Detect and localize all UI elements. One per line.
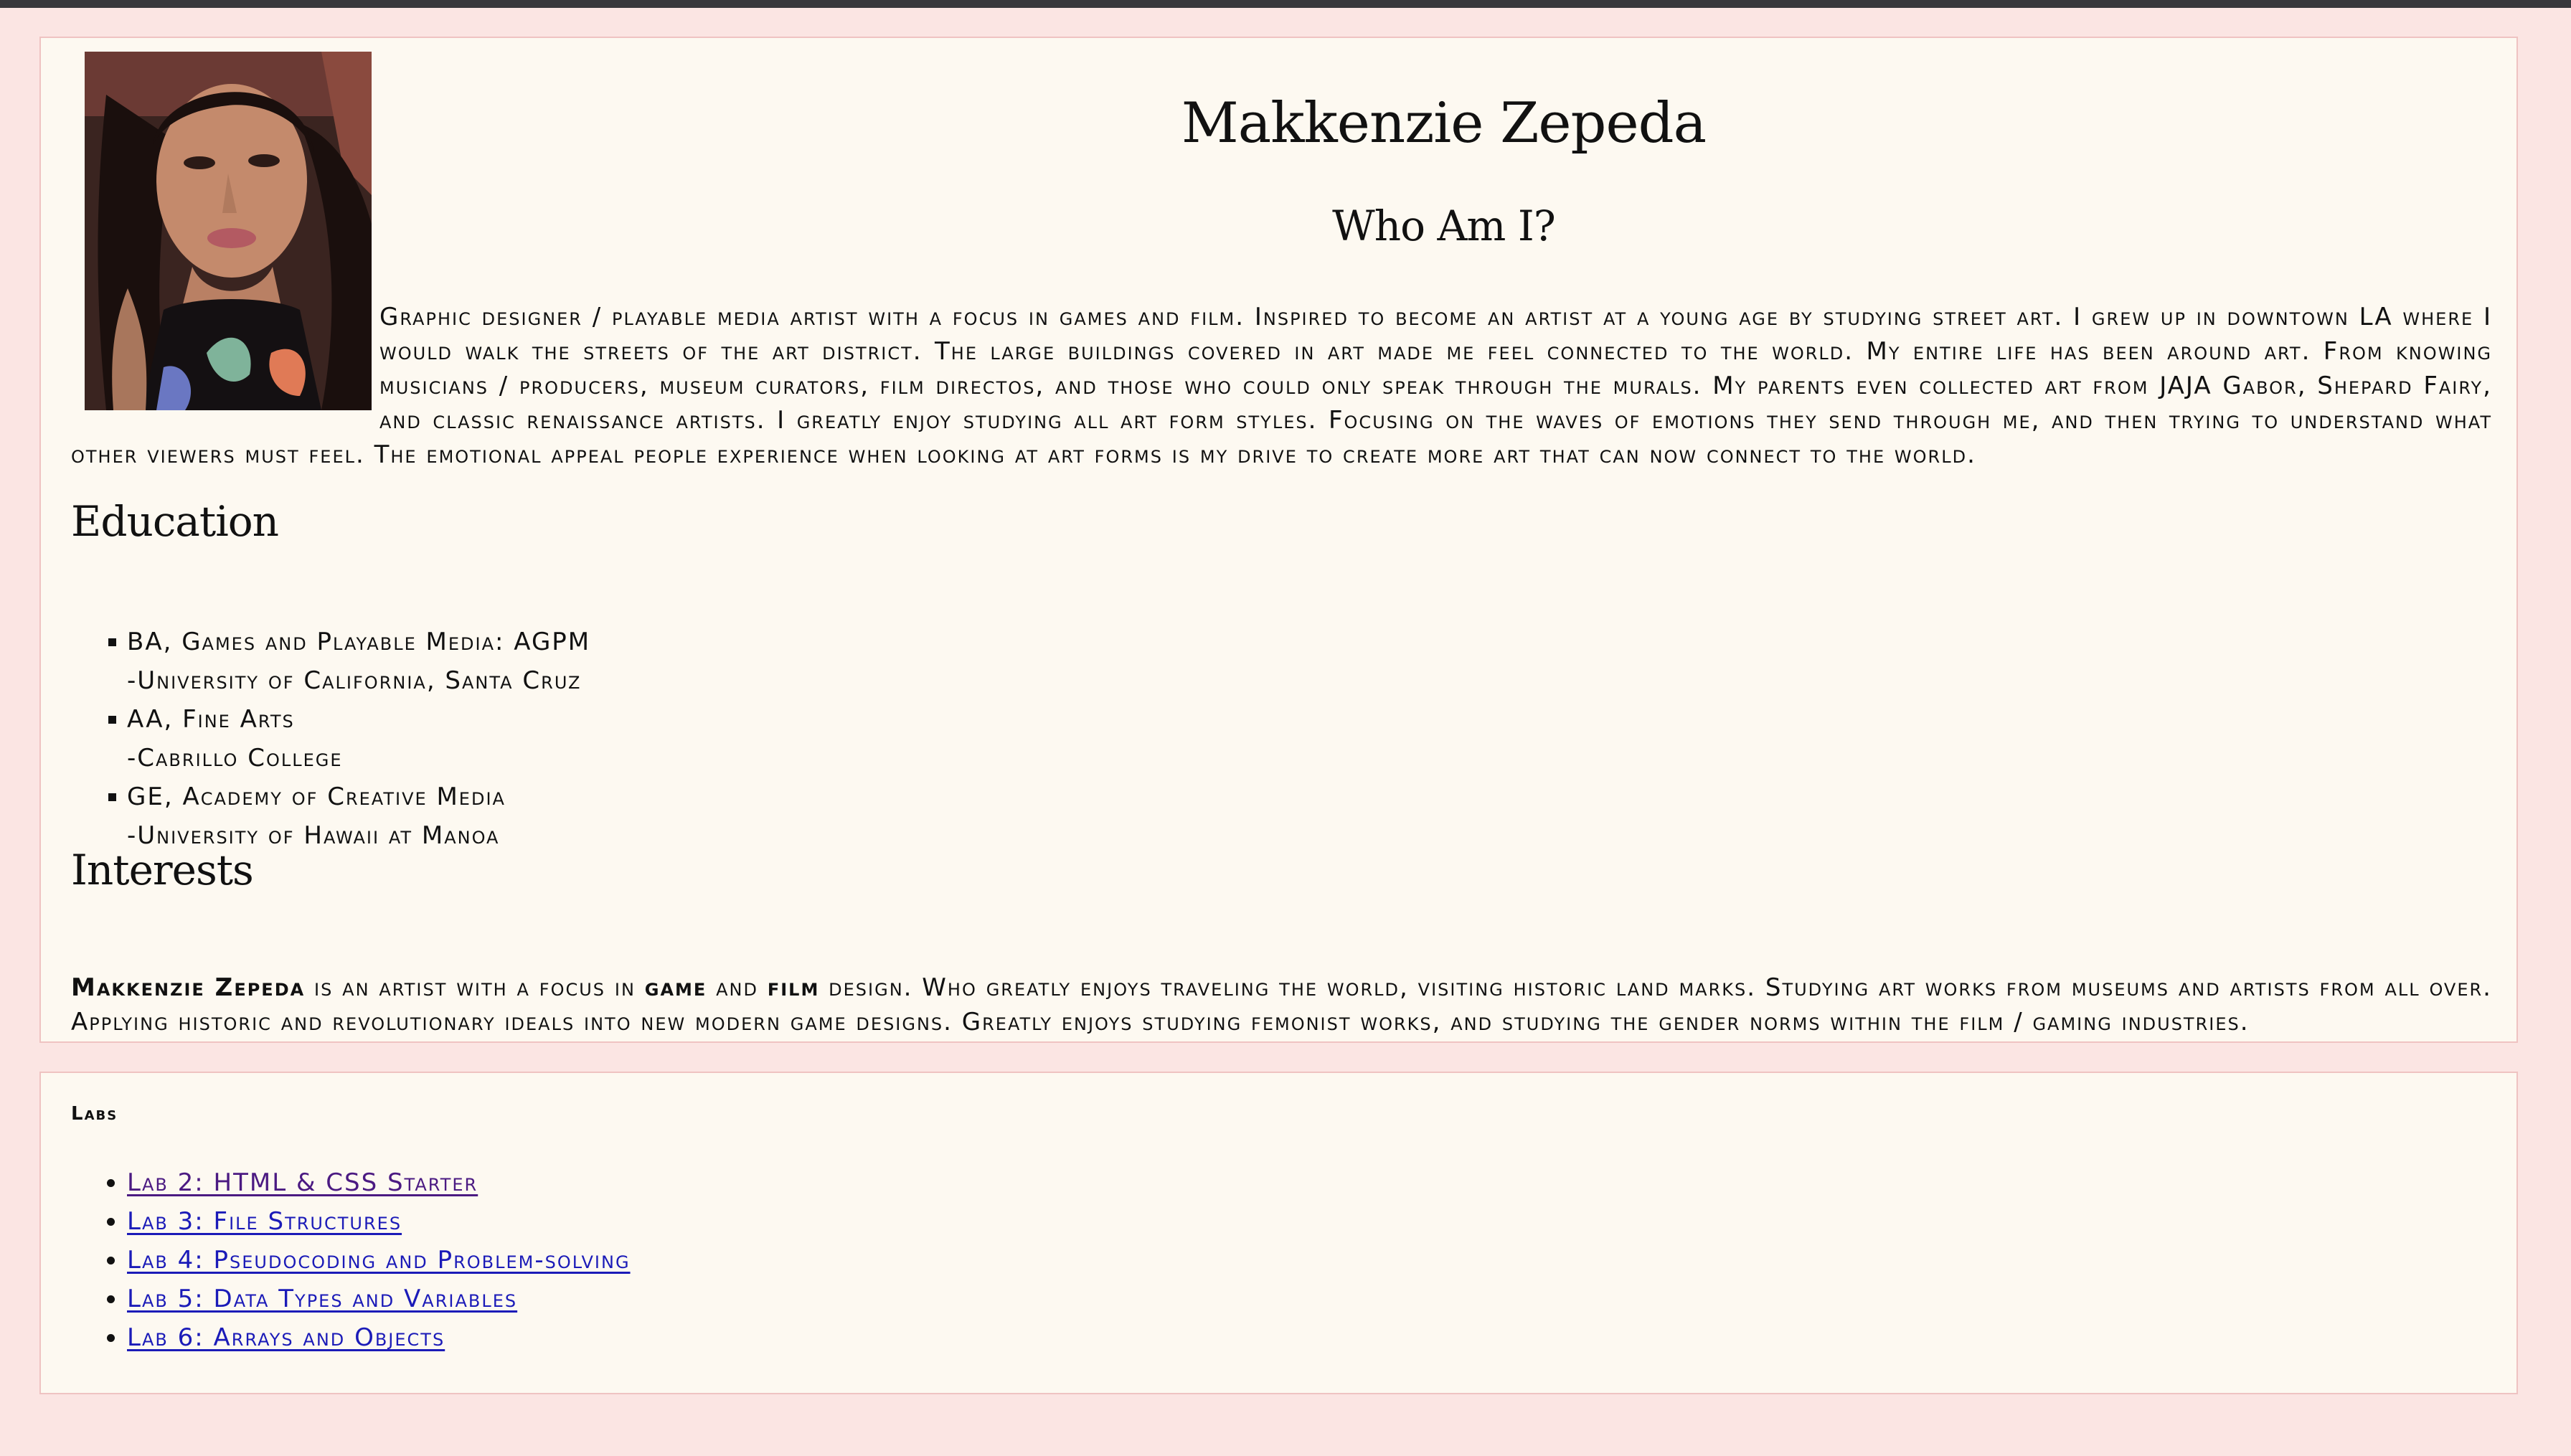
lab-6-link[interactable]: Lab 6: Arrays and Objects [127, 1323, 445, 1352]
bio-paragraph: Graphic designer / playable media artist… [71, 300, 2492, 472]
interests-text: and [707, 973, 768, 1002]
lab-4-link[interactable]: Lab 4: Pseudocoding and Problem-solving [127, 1246, 631, 1275]
lab-2-link[interactable]: Lab 2: HTML & CSS Starter [127, 1168, 478, 1197]
education-heading: Education [71, 497, 279, 546]
interests-game: game [644, 973, 707, 1002]
interests-paragraph: Makkenzie Zepeda is an artist with a foc… [71, 970, 2492, 1039]
labs-card: Labs Lab 2: HTML & CSS Starter Lab 3: Fi… [39, 1072, 2518, 1394]
bio-text: Graphic designer / playable media artist… [71, 303, 2492, 469]
browser-top-bar [0, 0, 2571, 8]
education-school: -Cabrillo College [127, 744, 343, 772]
lab-3-link[interactable]: Lab 3: File Structures [127, 1207, 402, 1236]
education-list: BA, Games and Playable Media: AGPM -Univ… [108, 623, 590, 855]
list-item: Lab 2: HTML & CSS Starter [107, 1163, 631, 1202]
page-title: Makkenzie Zepeda [1181, 91, 1707, 156]
education-degree: AA, Fine Arts [108, 700, 590, 739]
who-am-i-heading: Who Am I? [1332, 202, 1556, 250]
interests-text: is an artist with a focus in [305, 973, 645, 1002]
education-school: -University of California, Santa Cruz [127, 666, 582, 695]
interests-name: Makkenzie Zepeda [71, 973, 306, 1002]
interests-heading: Interests [71, 846, 254, 894]
list-item: Lab 4: Pseudocoding and Problem-solving [107, 1241, 631, 1280]
list-item: Lab 6: Arrays and Objects [107, 1318, 631, 1357]
labs-list: Lab 2: HTML & CSS Starter Lab 3: File St… [107, 1163, 631, 1357]
list-item: Lab 5: Data Types and Variables [107, 1280, 631, 1318]
interests-film: film [767, 973, 820, 1002]
list-item: Lab 3: File Structures [107, 1202, 631, 1241]
education-degree: GE, Academy of Creative Media [108, 777, 590, 816]
lab-5-link[interactable]: Lab 5: Data Types and Variables [127, 1285, 517, 1313]
about-card: Makkenzie Zepeda Who Am I? Graphic desig… [39, 37, 2518, 1043]
labs-heading: Labs [71, 1103, 118, 1125]
education-degree: BA, Games and Playable Media: AGPM [108, 623, 590, 661]
